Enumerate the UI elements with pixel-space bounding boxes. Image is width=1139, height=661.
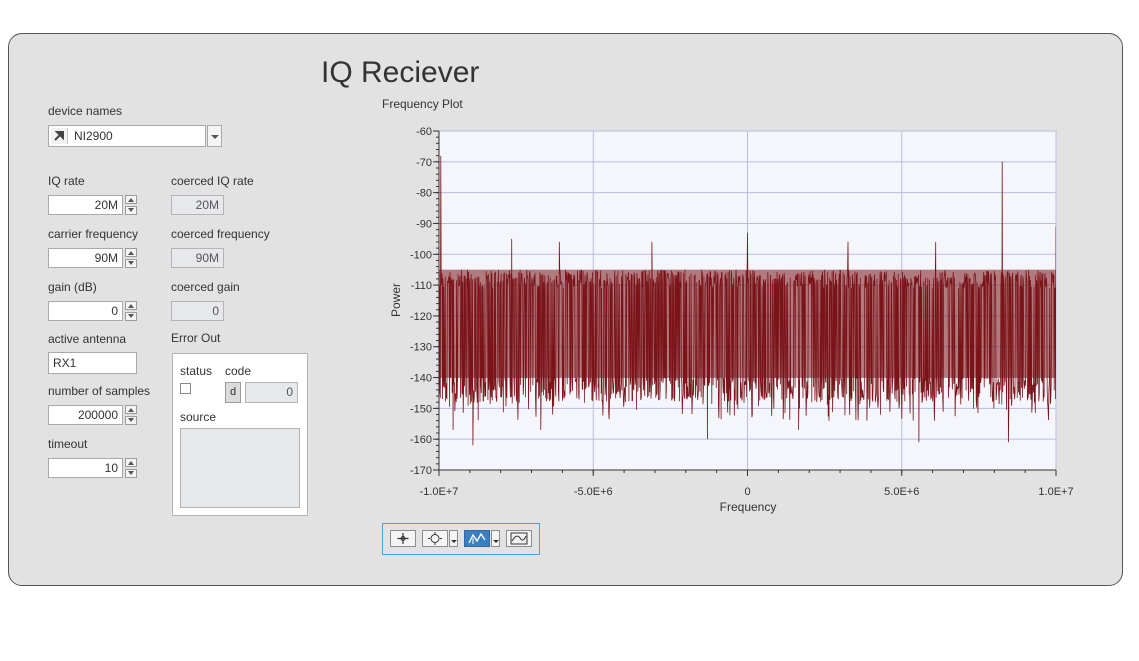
- front-panel: IQ Reciever device names NI2900 IQ rate …: [8, 33, 1123, 586]
- zoom-icon: [428, 532, 442, 545]
- y-tick-label: -150: [410, 403, 432, 415]
- y-tick-label: -60: [416, 126, 432, 138]
- autoscale-icon: [510, 532, 528, 545]
- crosshair-icon: [397, 533, 409, 544]
- y-tick-label: -110: [411, 280, 432, 292]
- y-tick-label: -100: [410, 249, 432, 261]
- x-tick-label: 5.0E+6: [884, 486, 919, 498]
- cursor-tool-button[interactable]: [390, 530, 416, 547]
- y-axis-label: Power: [389, 283, 403, 317]
- y-tick-label: -70: [416, 157, 432, 169]
- x-tick-label: -1.0E+7: [420, 486, 459, 498]
- y-tick-label: -80: [416, 188, 432, 200]
- autoscale-button[interactable]: [506, 530, 532, 547]
- pan-hand-icon: [468, 532, 486, 544]
- y-tick-label: -160: [410, 434, 432, 446]
- zoom-dropdown[interactable]: [449, 530, 458, 547]
- y-tick-label: -130: [410, 342, 432, 354]
- y-tick-label: -170: [410, 465, 432, 477]
- y-tick-label: -140: [410, 373, 432, 385]
- x-tick-label: 0: [744, 486, 750, 498]
- graph-palette: [382, 523, 540, 555]
- pan-tool-button[interactable]: [464, 530, 490, 547]
- frequency-plot: -1.0E+7 -5.0E+6 0 5.0E+6 1.0E+7 -60 -70 -80 -90 -…: [389, 126, 1074, 514]
- chevron-down-icon: [451, 540, 457, 543]
- y-tick-label: -90: [416, 218, 432, 230]
- x-tick-label: 1.0E+7: [1038, 486, 1073, 498]
- chevron-down-icon: [493, 540, 499, 543]
- pan-dropdown[interactable]: [491, 530, 500, 547]
- zoom-tool-button[interactable]: [422, 530, 448, 547]
- y-tick-label: -120: [410, 311, 432, 323]
- noise-band: [439, 269, 1056, 378]
- x-tick-label: -5.0E+6: [574, 486, 613, 498]
- x-axis-label: Frequency: [720, 500, 777, 514]
